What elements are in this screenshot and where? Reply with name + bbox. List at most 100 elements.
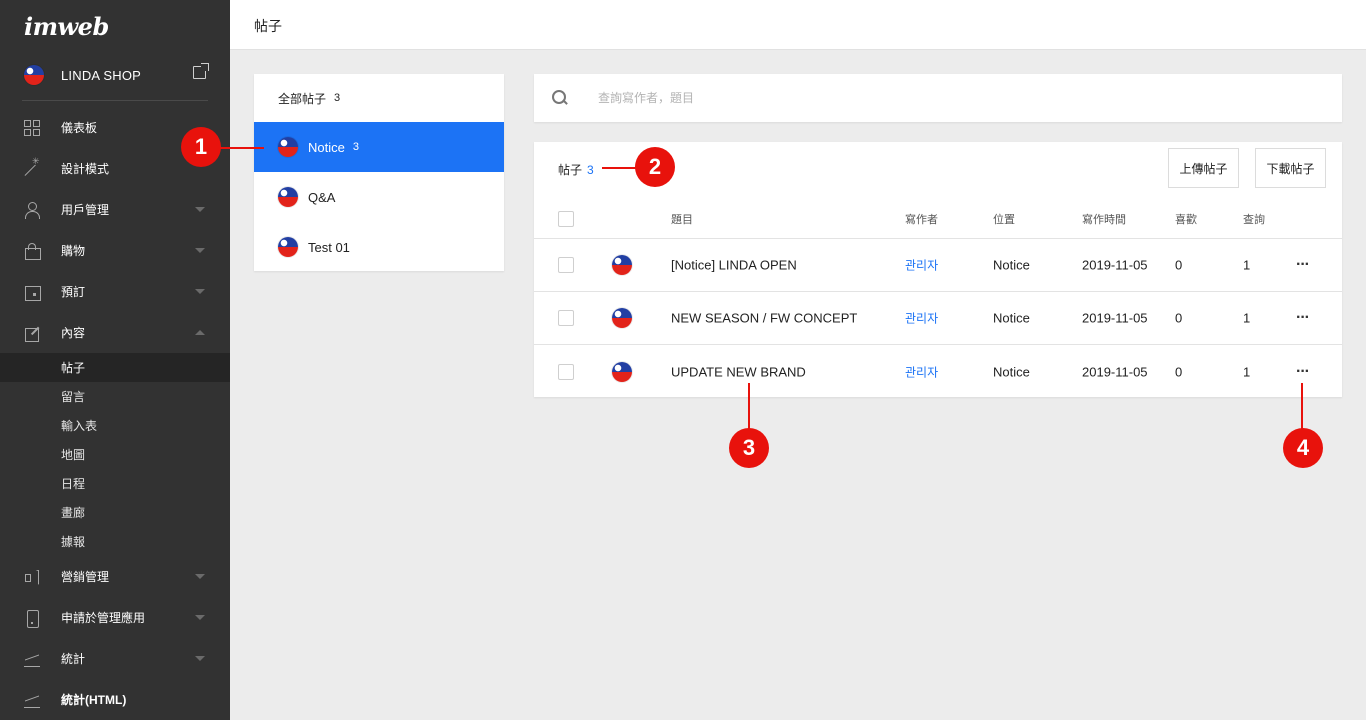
- search-icon[interactable]: [551, 89, 569, 107]
- row-checkbox[interactable]: [558, 363, 574, 380]
- callout-badge-3: 3: [729, 428, 769, 468]
- sidebar-subitem-posts[interactable]: 帖子: [0, 353, 230, 382]
- sidebar-item-statistics[interactable]: 統計: [0, 638, 230, 679]
- board-name: Q&A: [308, 189, 336, 205]
- sidebar-subitem-reports[interactable]: 據報: [0, 527, 230, 556]
- imweb-logo[interactable]: imweb: [0, 0, 230, 50]
- sidebar-item-label: 購物: [61, 244, 86, 258]
- sidebar: imweb LINDA SHOP 儀表板 設計模式 用戶管理 購物 預訂: [0, 0, 230, 720]
- sidebar-item-users[interactable]: 用戶管理: [0, 189, 230, 230]
- sidebar-item-content[interactable]: 內容: [0, 312, 230, 353]
- callout-badge-1: 1: [181, 127, 221, 167]
- sidebar-item-app[interactable]: 申請於管理應用: [0, 597, 230, 638]
- sidebar-item-label: 統計(HTML): [61, 693, 127, 707]
- board-item-all[interactable]: 全部帖子 3: [254, 74, 504, 122]
- post-location: Notice: [993, 257, 1030, 273]
- search-input[interactable]: [598, 91, 1198, 105]
- callout-badge-2: 2: [635, 147, 675, 187]
- shop-name: LINDA SHOP: [61, 67, 142, 83]
- sidebar-subitem-maps[interactable]: 地圖: [0, 440, 230, 469]
- posts-count: 3: [587, 163, 594, 177]
- callout-line-3: [748, 383, 750, 430]
- post-date: 2019-11-05: [1082, 257, 1148, 273]
- taiwan-flag-icon: [278, 187, 298, 207]
- board-list: 全部帖子 3 Notice 3 Q&A Test 01: [254, 74, 504, 271]
- column-title[interactable]: 題目: [671, 211, 693, 227]
- upload-post-button[interactable]: 上傳帖子: [1168, 148, 1239, 188]
- chevron-down-icon: [195, 574, 205, 579]
- post-author[interactable]: 관리자: [905, 363, 938, 380]
- column-views[interactable]: 查詢: [1243, 211, 1265, 227]
- post-title[interactable]: [Notice] LINDA OPEN: [671, 258, 797, 273]
- post-location: Notice: [993, 310, 1030, 326]
- post-views: 1: [1243, 364, 1251, 379]
- table-header: 題目 寫作者 位置 寫作時間 喜歡 查詢: [534, 200, 1342, 239]
- post-likes: 0: [1175, 364, 1183, 379]
- sidebar-subitem-schedule[interactable]: 日程: [0, 469, 230, 498]
- more-options-icon[interactable]: ···: [1296, 256, 1310, 274]
- sidebar-item-shopping[interactable]: 購物: [0, 230, 230, 271]
- posts-title-label: 帖子: [558, 163, 583, 177]
- sidebar-item-statistics-html[interactable]: 統計(HTML): [0, 679, 230, 720]
- sidebar-item-label: 申請於管理應用: [61, 611, 146, 625]
- post-title[interactable]: NEW SEASON / FW CONCEPT: [671, 311, 857, 326]
- posts-title: 帖子 3: [558, 161, 594, 178]
- more-options-icon[interactable]: ···: [1296, 309, 1310, 327]
- column-author[interactable]: 寫作者: [905, 211, 938, 227]
- taiwan-flag-icon: [278, 137, 298, 157]
- taiwan-flag-icon: [278, 237, 298, 257]
- board-item-notice[interactable]: Notice 3: [254, 122, 504, 172]
- post-date: 2019-11-05: [1082, 364, 1148, 379]
- sidebar-item-label: 營銷管理: [61, 570, 110, 584]
- taiwan-flag-icon: [612, 308, 632, 328]
- post-author[interactable]: 관리자: [905, 257, 938, 274]
- taiwan-flag-icon: [24, 65, 44, 85]
- sidebar-item-marketing[interactable]: 營銷管理: [0, 556, 230, 597]
- callout-line-1: [220, 147, 264, 149]
- chevron-up-icon: [195, 330, 205, 335]
- row-checkbox[interactable]: [558, 310, 574, 326]
- callout-line-4: [1301, 383, 1303, 430]
- select-all-checkbox[interactable]: [558, 211, 574, 227]
- external-link-icon[interactable]: [193, 63, 209, 79]
- user-icon: [24, 201, 40, 219]
- more-options-icon[interactable]: ···: [1296, 363, 1310, 381]
- board-item-qa[interactable]: Q&A: [254, 172, 504, 222]
- chevron-down-icon: [195, 656, 205, 661]
- row-checkbox[interactable]: [558, 257, 574, 273]
- sidebar-menu: 儀表板 設計模式 用戶管理 購物 預訂 內容 帖子 留言 輸入表 地圖: [0, 101, 230, 720]
- download-posts-button[interactable]: 下載帖子: [1255, 148, 1326, 188]
- sidebar-item-label: 儀表板: [61, 121, 98, 135]
- board-name: Notice: [308, 139, 345, 155]
- chevron-down-icon: [195, 207, 205, 212]
- post-date: 2019-11-05: [1082, 310, 1148, 326]
- board-name: Test 01: [308, 239, 350, 255]
- taiwan-flag-icon: [612, 361, 632, 382]
- sidebar-item-label: 內容: [61, 326, 86, 340]
- callout-line-2: [602, 167, 636, 169]
- sidebar-subitem-gallery[interactable]: 畫廊: [0, 498, 230, 527]
- line-chart-icon: [24, 692, 40, 708]
- column-location[interactable]: 位置: [993, 211, 1015, 227]
- chevron-down-icon: [195, 248, 205, 253]
- table-row[interactable]: NEW SEASON / FW CONCEPT 관리자 Notice 2019-…: [534, 292, 1342, 345]
- post-location: Notice: [993, 364, 1030, 379]
- post-author[interactable]: 관리자: [905, 310, 938, 327]
- sidebar-subitem-forms[interactable]: 輸入表: [0, 411, 230, 440]
- board-all-count: 3: [334, 92, 341, 104]
- search-bar: [534, 74, 1342, 122]
- board-item-test01[interactable]: Test 01: [254, 222, 504, 272]
- sidebar-item-booking[interactable]: 預訂: [0, 271, 230, 312]
- line-chart-icon: [24, 651, 40, 667]
- column-date[interactable]: 寫作時間: [1082, 211, 1126, 227]
- shopping-bag-icon: [24, 242, 41, 260]
- table-row[interactable]: UPDATE NEW BRAND 관리자 Notice 2019-11-05 0…: [534, 345, 1342, 398]
- chevron-down-icon: [195, 615, 205, 620]
- sidebar-subitem-comments[interactable]: 留言: [0, 382, 230, 411]
- page-header: 帖子: [230, 0, 1366, 50]
- table-row[interactable]: [Notice] LINDA OPEN 관리자 Notice 2019-11-0…: [534, 239, 1342, 292]
- shop-selector[interactable]: LINDA SHOP: [0, 50, 230, 100]
- column-likes[interactable]: 喜歡: [1175, 211, 1197, 227]
- post-likes: 0: [1175, 310, 1183, 326]
- post-title[interactable]: UPDATE NEW BRAND: [671, 364, 806, 379]
